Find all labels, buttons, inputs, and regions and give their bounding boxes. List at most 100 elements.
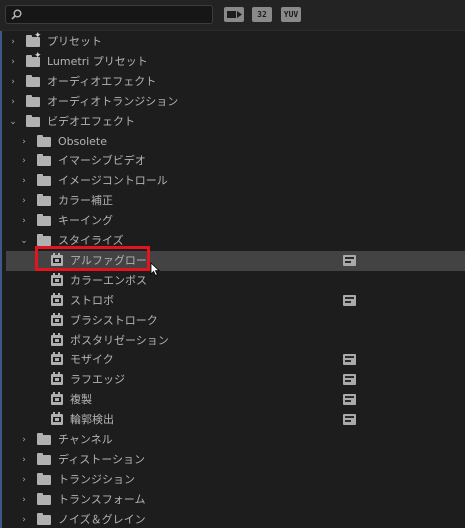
tree-row-video-effects[interactable]: ⌄ ビデオエフェクト xyxy=(0,112,465,132)
folder-icon xyxy=(37,234,51,246)
tree-row-brush-strokes[interactable]: ブラシストローク xyxy=(0,311,465,331)
folder-icon xyxy=(26,94,40,107)
tree-item-label: イメージコントロール xyxy=(58,174,168,188)
tree-row-rough-edges[interactable]: ラフエッジ xyxy=(0,370,465,390)
tree-row-image-video[interactable]: › イマーシブビデオ xyxy=(0,151,465,171)
tree-row-transform[interactable]: › トランスフォーム xyxy=(0,490,465,510)
tree-item-label: モザイク xyxy=(70,353,114,367)
tree-row-transition[interactable]: › トランジション xyxy=(0,470,465,490)
tree-row-obsolete[interactable]: › Obsolete xyxy=(0,132,465,152)
search-icon xyxy=(11,9,22,20)
chevron-right-icon[interactable]: › xyxy=(18,432,30,448)
tree-item-label: カラーエンボス xyxy=(70,273,147,287)
folder-icon xyxy=(37,512,51,525)
folder-icon xyxy=(37,154,51,167)
tree-row-keying[interactable]: › キーイング xyxy=(0,211,465,231)
tree-item-label: オーディオエフェクト xyxy=(47,74,157,88)
folder-icon xyxy=(37,174,51,187)
folder-icon xyxy=(37,194,51,207)
tree-row-lumetri-presets[interactable]: › ✦ Lumetri プリセット xyxy=(0,50,465,72)
chevron-right-icon[interactable]: › xyxy=(7,34,19,50)
tree-item-label: 複製 xyxy=(70,393,92,407)
tree-row-find-edges[interactable]: 輪郭検出 xyxy=(0,410,465,430)
chevron-right-icon[interactable]: › xyxy=(7,54,19,70)
effect-icon xyxy=(51,392,63,406)
chevron-right-icon[interactable]: › xyxy=(7,74,19,90)
star-icon: ✦ xyxy=(34,31,42,41)
tree-item-label: ストロボ xyxy=(70,293,114,307)
tree-row-presets[interactable]: › ✦ プリセット xyxy=(0,32,465,52)
folder-icon xyxy=(37,134,51,147)
tree-item-label: キーイング xyxy=(58,214,113,228)
tree-item-label: トランスフォーム xyxy=(58,492,146,506)
mouse-cursor-icon xyxy=(150,262,160,276)
chevron-right-icon[interactable]: › xyxy=(18,213,30,229)
accelerated-badge-icon xyxy=(343,394,356,406)
tree-row-distort[interactable]: › ディストーション xyxy=(0,450,465,470)
folder-icon xyxy=(37,452,51,465)
accelerated-badge-icon xyxy=(343,414,356,426)
tree-row-mosaic[interactable]: モザイク xyxy=(0,350,465,370)
folder-icon xyxy=(26,114,40,127)
chevron-right-icon[interactable]: › xyxy=(18,173,30,189)
highlight-annotation-box xyxy=(35,246,150,271)
search-input[interactable] xyxy=(26,7,206,22)
tree-item-label: トランジション xyxy=(58,472,135,486)
accelerated-effects-icon xyxy=(227,11,242,18)
tree-row-color-correction[interactable]: › カラー補正 xyxy=(0,191,465,211)
effect-icon xyxy=(51,372,63,386)
tree-item-label: ポスタリゼーション xyxy=(70,333,169,347)
folder-icon xyxy=(26,74,40,87)
effect-icon xyxy=(51,412,63,426)
tree-item-label: Obsolete xyxy=(58,134,108,148)
chevron-right-icon[interactable]: › xyxy=(18,193,30,209)
accelerated-badge-icon xyxy=(343,254,356,266)
tree-row-strobe[interactable]: ストロボ xyxy=(0,291,465,311)
tree-item-label: ディストーション xyxy=(58,452,146,466)
chevron-down-icon[interactable]: ⌄ xyxy=(7,114,19,130)
effect-icon xyxy=(51,352,63,366)
chevron-right-icon[interactable]: › xyxy=(18,153,30,169)
folder-icon xyxy=(37,214,51,227)
effects-toolbar: 32 YUV xyxy=(0,0,465,30)
effects-panel: 32 YUV › ✦ プリセット › ✦ Lumetri プリセット › オーディオエフェクト… xyxy=(0,0,465,528)
tree-item-label: Lumetri プリセット xyxy=(47,54,148,68)
effect-icon xyxy=(51,312,63,326)
chevron-right-icon[interactable]: › xyxy=(18,492,30,508)
accelerated-badge-icon xyxy=(343,294,356,306)
tree-item-label: ブラシストローク xyxy=(70,313,158,327)
tree-item-label: イマーシブビデオ xyxy=(58,154,146,168)
chevron-right-icon[interactable]: › xyxy=(7,94,19,110)
tree-item-label: オーディオトランジション xyxy=(47,94,179,108)
folder-icon xyxy=(37,492,51,505)
search-box[interactable] xyxy=(5,5,213,24)
tree-row-audio-effects[interactable]: › オーディオエフェクト xyxy=(0,72,465,92)
32bit-effects-button[interactable]: 32 xyxy=(252,7,272,22)
tree-item-label: チャンネル xyxy=(58,433,113,446)
folder-icon xyxy=(37,472,51,485)
tree-row-channel[interactable]: › チャンネル xyxy=(0,430,465,450)
yuv-effects-button[interactable]: YUV xyxy=(281,7,301,22)
chevron-down-icon[interactable]: ⌄ xyxy=(18,233,30,249)
effect-icon xyxy=(51,332,63,346)
chevron-right-icon[interactable]: › xyxy=(18,134,30,150)
tree-item-label: 輪郭検出 xyxy=(70,413,114,427)
accelerated-badge-icon xyxy=(343,374,356,386)
effect-icon xyxy=(51,292,63,306)
tree-item-label: プリセット xyxy=(47,35,102,48)
chevron-right-icon[interactable]: › xyxy=(18,452,30,468)
chevron-right-icon[interactable]: › xyxy=(18,472,30,488)
tree-row-audio-transitions[interactable]: › オーディオトランジション xyxy=(0,92,465,112)
chevron-right-icon[interactable]: › xyxy=(18,512,30,528)
tree-item-label: ノイズ＆グレイン xyxy=(58,512,146,526)
folder-icon xyxy=(37,433,51,445)
tree-row-color-emboss[interactable]: カラーエンボス xyxy=(0,271,465,291)
tree-row-image-control[interactable]: › イメージコントロール xyxy=(0,171,465,191)
star-icon: ✦ xyxy=(34,50,42,61)
tree-row-posterization[interactable]: ポスタリゼーション xyxy=(0,331,465,351)
accelerated-effects-button[interactable] xyxy=(224,7,244,22)
tree-row-replicate[interactable]: 複製 xyxy=(0,390,465,410)
tree-row-noise-grain[interactable]: › ノイズ＆グレイン xyxy=(0,510,465,528)
tree-item-label: ラフエッジ xyxy=(70,373,125,387)
tree-item-label: カラー補正 xyxy=(58,194,113,208)
